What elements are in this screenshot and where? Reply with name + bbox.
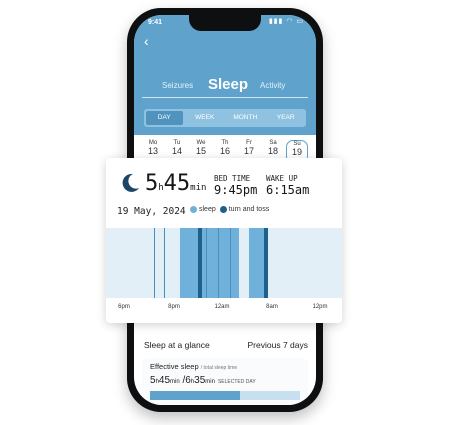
effective-sleep-title: Effective sleep / total sleep time — [150, 362, 237, 371]
segment-year[interactable]: YEAR — [267, 111, 304, 125]
status-time: 9:41 — [148, 19, 163, 26]
moon-icon — [122, 173, 139, 192]
timeline-tick-label: 6pm — [118, 304, 130, 310]
effective-sleep-values: 5h45min /6h35min SELECTED DAY — [150, 375, 256, 386]
effective-sleep-bar-track — [150, 391, 300, 400]
segment-month[interactable]: MONTH — [227, 111, 264, 125]
day-number: 17 — [243, 146, 254, 156]
sleep-at-a-glance-header: Sleep at a glance Previous 7 days — [144, 340, 308, 350]
legend-sleep-label: sleep — [199, 206, 216, 213]
segment-week[interactable]: WEEK — [186, 111, 223, 125]
day-number: 15 — [195, 146, 206, 156]
effective-sleep-card: Effective sleep / total sleep time 5h45m… — [142, 358, 308, 405]
total-min-unit: min — [205, 379, 215, 385]
eff-minutes: 45 — [158, 375, 171, 386]
sleep-hours: 5 — [145, 171, 159, 196]
day-number: 13 — [147, 146, 158, 156]
effective-sleep-label: Effective sleep — [150, 362, 199, 371]
total-sleep-time: 5h45min — [145, 171, 206, 196]
bed-time-value: 9:45pm — [214, 183, 258, 197]
bed-time-label: BED TIME — [214, 174, 251, 183]
app-header: 9:41 ▮▮▮ ◠ ▭ ‹ Seizures Sleep Activity D… — [134, 15, 316, 135]
day-number: 18 — [267, 146, 278, 156]
sleep-timeline — [106, 228, 342, 298]
timeline-toss-segment — [264, 228, 268, 298]
day-number: 19 — [291, 147, 302, 157]
phone-notch — [189, 15, 261, 31]
minutes-unit: min — [190, 183, 207, 193]
day-number: 16 — [219, 146, 230, 156]
sleep-minutes: 45 — [163, 171, 191, 196]
period-segmented-control: DAY WEEK MONTH YEAR — [144, 109, 306, 127]
timeline-divider — [230, 228, 231, 298]
selected-day-label: SELECTED DAY — [217, 379, 256, 385]
status-icons: ▮▮▮ ◠ ▭ — [268, 18, 304, 25]
tab-seizures[interactable]: Seizures — [162, 81, 193, 90]
effective-sleep-subtitle: / total sleep time — [200, 365, 238, 371]
tab-sleep[interactable]: Sleep — [208, 76, 248, 93]
timeline-divider — [206, 228, 207, 298]
timeline-toss-segment — [198, 228, 203, 298]
day-number: 14 — [171, 146, 182, 156]
sleep-legend: sleep turn and toss — [190, 206, 269, 213]
timeline-tick-label: 8am — [266, 304, 278, 310]
timeline-divider — [218, 228, 219, 298]
sleep-detail-card: 5h45min BED TIME 9:45pm WAKE UP 6:15am 1… — [106, 158, 342, 323]
total-minutes: 35 — [194, 375, 206, 386]
glance-title: Sleep at a glance — [144, 340, 210, 350]
wake-up-value: 6:15am — [266, 183, 310, 197]
timeline-tick-label: 12am — [214, 304, 230, 310]
glance-period[interactable]: Previous 7 days — [248, 340, 308, 350]
timeline-divider — [154, 228, 155, 298]
legend-sleep-dot — [190, 206, 197, 213]
timeline-axis: 6pm 8pm 12am 8am 12pm — [106, 304, 342, 314]
wake-up-label: WAKE UP — [266, 174, 298, 183]
effective-sleep-bar-fill — [150, 391, 240, 400]
back-arrow-icon[interactable]: ‹ — [144, 33, 149, 49]
timeline-tick-label: 12pm — [312, 304, 328, 310]
tab-activity[interactable]: Activity — [260, 81, 285, 90]
legend-toss-dot — [219, 206, 227, 213]
eff-min-unit: min — [170, 379, 180, 385]
sleep-date: 19 May, 2024 — [117, 206, 186, 217]
timeline-tick-label: 8pm — [168, 304, 180, 310]
tab-divider — [142, 97, 308, 98]
legend-toss-label: turn and toss — [228, 206, 270, 213]
timeline-divider — [164, 228, 165, 298]
segment-day[interactable]: DAY — [145, 111, 183, 125]
